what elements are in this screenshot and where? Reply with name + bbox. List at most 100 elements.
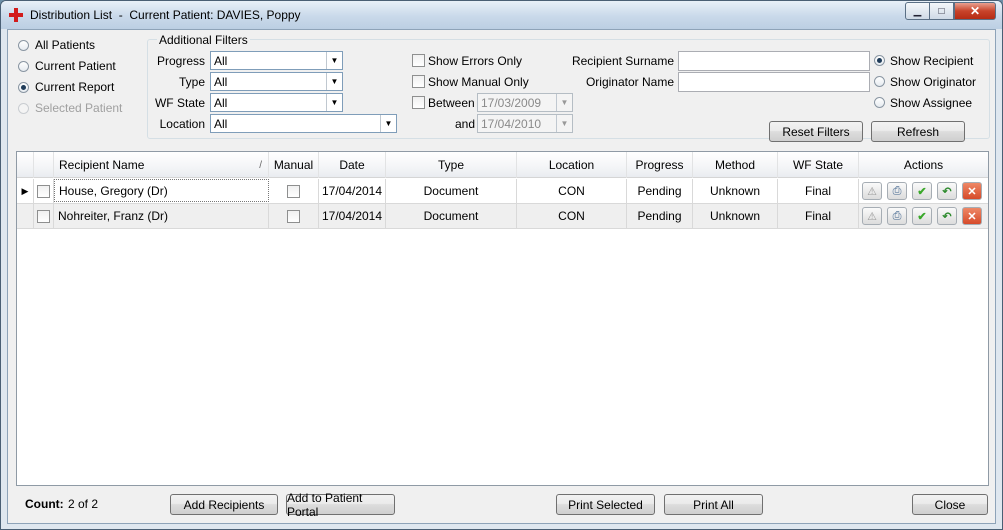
show-assignee-radio[interactable] — [874, 97, 885, 108]
current-report-radio[interactable] — [18, 82, 29, 93]
type-select[interactable]: All ▼ — [210, 72, 343, 91]
method-cell[interactable]: Unknown — [693, 179, 778, 203]
manual-checkbox[interactable] — [287, 184, 300, 198]
warning-icon[interactable]: ⚠ — [862, 182, 882, 200]
recipient-name-cell[interactable]: House, Gregory (Dr) — [54, 179, 269, 202]
show-originator-radio[interactable] — [874, 76, 885, 87]
recipient-surname-label: Recipient Surname — [571, 54, 674, 68]
col-recipient-name[interactable]: Recipient Name / — [54, 152, 269, 178]
current-row-arrow-icon: ▶ — [17, 179, 34, 203]
row-select-cell — [34, 204, 54, 228]
undo-icon[interactable]: ↶ — [937, 207, 957, 225]
and-label: and — [455, 117, 476, 131]
check-icon[interactable]: ✔ — [912, 207, 932, 225]
type-cell[interactable]: Document — [386, 204, 517, 228]
manual-cell — [269, 179, 319, 203]
delete-icon[interactable]: ✕ — [962, 207, 982, 225]
selected-patient-radio — [18, 103, 29, 114]
location-cell[interactable]: CON — [517, 179, 627, 203]
between-label: Between — [428, 96, 475, 110]
manual-checkbox[interactable] — [287, 209, 300, 223]
progress-select[interactable]: All ▼ — [210, 51, 343, 70]
date-cell[interactable]: 17/04/2014 — [319, 179, 386, 203]
chevron-down-icon: ▼ — [556, 94, 572, 111]
grid-header: Recipient Name / Manual Date Type Locatio… — [17, 152, 988, 178]
originator-name-input[interactable] — [678, 72, 870, 92]
print-all-button[interactable]: Print All — [664, 494, 763, 515]
type-label: Type — [178, 75, 205, 89]
row-select-checkbox[interactable] — [37, 184, 50, 198]
col-manual[interactable]: Manual — [269, 152, 319, 178]
current-patient-label: Current Patient — [35, 59, 116, 73]
type-value: All — [214, 75, 228, 89]
wf-state-label: WF State — [154, 96, 205, 110]
type-cell[interactable]: Document — [386, 179, 517, 203]
progress-value: All — [214, 54, 228, 68]
location-select[interactable]: All ▼ — [210, 114, 397, 133]
col-progress[interactable]: Progress — [627, 152, 693, 178]
distribution-list-window: Distribution List - Current Patient: DAV… — [0, 0, 1003, 530]
window-title: Distribution List - Current Patient: DAV… — [30, 8, 301, 22]
row-indicator-cell — [17, 204, 34, 228]
app-cross-icon — [9, 8, 23, 22]
show-manual-only-checkbox[interactable] — [412, 75, 425, 88]
chevron-down-icon: ▼ — [326, 94, 342, 111]
wf-state-cell[interactable]: Final — [778, 204, 859, 228]
wf-state-select[interactable]: All ▼ — [210, 93, 343, 112]
minimize-button[interactable]: ▁ — [905, 2, 930, 20]
add-recipients-button[interactable]: Add Recipients — [170, 494, 278, 515]
row-select-checkbox[interactable] — [37, 209, 50, 223]
title-bar[interactable]: Distribution List - Current Patient: DAV… — [1, 1, 1002, 29]
between-checkbox[interactable] — [412, 96, 425, 109]
col-method[interactable]: Method — [693, 152, 778, 178]
show-originator-label: Show Originator — [890, 75, 977, 89]
count-label: Count: — [25, 497, 64, 511]
add-to-patient-portal-button[interactable]: Add to Patient Portal — [286, 491, 395, 519]
delete-icon[interactable]: ✕ — [962, 182, 982, 200]
refresh-button[interactable]: Refresh — [871, 121, 965, 142]
wf-state-cell[interactable]: Final — [778, 179, 859, 203]
print-selected-button[interactable]: Print Selected — [556, 494, 655, 515]
recipient-name-cell[interactable]: Nohreiter, Franz (Dr) — [54, 204, 269, 228]
show-errors-only-checkbox[interactable] — [412, 54, 425, 67]
col-location[interactable]: Location — [517, 152, 627, 178]
table-row[interactable]: Nohreiter, Franz (Dr) 17/04/2014 Documen… — [17, 204, 988, 229]
between-from-date: 17/03/2009 ▼ — [477, 93, 573, 112]
chevron-down-icon: ▼ — [556, 115, 572, 132]
undo-icon[interactable]: ↶ — [937, 182, 957, 200]
close-button[interactable]: Close — [912, 494, 988, 515]
client-area: All Patients Current Patient Current Rep… — [7, 29, 996, 524]
sort-icon: / — [259, 159, 262, 171]
date-cell[interactable]: 17/04/2014 — [319, 204, 386, 228]
location-value: All — [214, 117, 228, 131]
col-type[interactable]: Type — [386, 152, 517, 178]
progress-cell[interactable]: Pending — [627, 179, 693, 203]
location-cell[interactable]: CON — [517, 204, 627, 228]
show-manual-only-label: Show Manual Only — [428, 75, 529, 89]
col-date[interactable]: Date — [319, 152, 386, 178]
show-recipient-label: Show Recipient — [890, 54, 974, 68]
col-actions: Actions — [903, 158, 944, 172]
warning-icon[interactable]: ⚠ — [862, 207, 882, 225]
method-cell[interactable]: Unknown — [693, 204, 778, 228]
progress-cell[interactable]: Pending — [627, 204, 693, 228]
show-recipient-radio[interactable] — [874, 55, 885, 66]
reset-filters-button[interactable]: Reset Filters — [769, 121, 863, 142]
check-icon[interactable]: ✔ — [912, 182, 932, 200]
selected-patient-label: Selected Patient — [35, 101, 123, 115]
maximize-button[interactable]: □ — [929, 2, 954, 20]
all-patients-radio[interactable] — [18, 40, 29, 51]
originator-name-label: Originator Name — [585, 75, 674, 89]
chevron-down-icon: ▼ — [326, 73, 342, 90]
progress-label: Progress — [156, 54, 205, 68]
current-patient-radio[interactable] — [18, 61, 29, 72]
table-row[interactable]: ▶ House, Gregory (Dr) 17/04/2014 Documen… — [17, 179, 988, 204]
all-patients-label: All Patients — [35, 38, 96, 52]
col-wf-state[interactable]: WF State — [778, 152, 859, 178]
recipient-surname-input[interactable] — [678, 51, 870, 71]
between-to-value: 17/04/2010 — [481, 117, 542, 131]
chevron-down-icon: ▼ — [326, 52, 342, 69]
print-icon[interactable]: ⎙ — [887, 207, 907, 225]
window-close-button[interactable]: ✕ — [954, 2, 996, 20]
print-icon[interactable]: ⎙ — [887, 182, 907, 200]
